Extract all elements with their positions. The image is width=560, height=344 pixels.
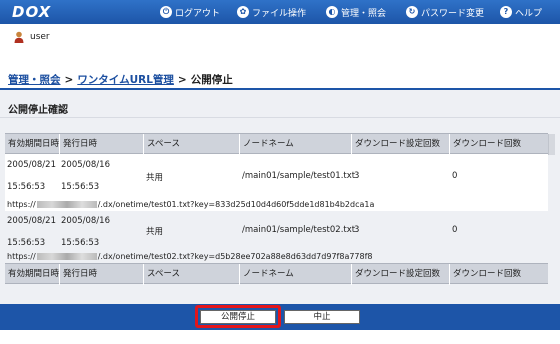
dl-count: 0 [452, 171, 458, 181]
col-node: ノードネーム [239, 134, 351, 155]
logout-icon: ⏻ [160, 6, 172, 18]
app-logo: DOX [12, 3, 52, 21]
col-expiry: 有効期間日時 [8, 139, 60, 149]
breadcrumb-onetime-url[interactable]: ワンタイムURL管理 [77, 74, 174, 86]
help-icon: ? [500, 6, 512, 18]
nav-admin-inquiry[interactable]: ◐ 管理・照会 [326, 5, 386, 19]
space: 共用 [146, 227, 164, 237]
issued-time: 15:56:53 [61, 238, 100, 248]
col-issued: 発行日時 [59, 264, 143, 285]
admin-icon: ◐ [326, 6, 338, 18]
expiry-time: 15:56:53 [7, 238, 46, 248]
nav-password-change[interactable]: ↻ パスワード変更 [406, 5, 484, 19]
issued-time: 15:56:53 [61, 182, 100, 192]
file-ops-icon: ✿ [237, 6, 249, 18]
bottom-strip [0, 330, 560, 344]
col-dl-setting: ダウンロード設定回数 [351, 134, 449, 155]
nav-file-operations-label: ファイル操作 [252, 8, 307, 19]
table-footer-header: 有効期間日時 発行日時 スペース ノードネーム ダウンロード設定回数 ダウンロー… [5, 263, 548, 285]
onetime-url[interactable]: https:// /.dx/onetime/test02.txt?key=d5b2… [5, 251, 548, 263]
col-dl-count: ダウンロード回数 [449, 134, 548, 155]
breadcrumb-current: 公開停止 [190, 74, 233, 86]
user-name: user [30, 32, 50, 42]
nav-password-change-label: パスワード変更 [421, 8, 485, 19]
table-scrollbar[interactable] [548, 134, 555, 155]
url-prefix: https:// [7, 252, 36, 261]
col-dl-setting: ダウンロード設定回数 [351, 264, 449, 285]
dl-count: 0 [452, 225, 458, 235]
col-node: ノードネーム [239, 264, 351, 285]
node-name: /main01/sample/test01.txt [242, 171, 356, 181]
col-expiry: 有効期間日時 [8, 269, 60, 279]
expiry-date: 2005/08/21 [7, 160, 56, 170]
table-row: 2005/08/21 15:56:53 2005/08/16 15:56:53 … [5, 154, 548, 200]
issued-date: 2005/08/16 [61, 216, 110, 226]
node-name: /main01/sample/test02.txt [242, 225, 356, 235]
redacted-host [36, 253, 97, 260]
password-icon: ↻ [406, 6, 418, 18]
col-space: スペース [143, 264, 239, 285]
nav-logout[interactable]: ⏻ ログアウト [160, 5, 220, 19]
space: 共用 [146, 173, 164, 183]
col-issued: 発行日時 [59, 134, 143, 155]
dl-setting: 3 [354, 171, 360, 181]
breadcrumb: 管理・照会 > ワンタイムURL管理 > 公開停止 [8, 72, 233, 87]
nav-admin-inquiry-label: 管理・照会 [341, 8, 387, 19]
highlight-box [195, 305, 281, 328]
table-header: 有効期間日時 発行日時 スペース ノードネーム ダウンロード設定回数 ダウンロー… [5, 133, 555, 155]
nav-logout-label: ログアウト [175, 8, 221, 19]
url-prefix: https:// [7, 200, 36, 209]
breadcrumb-admin-inquiry[interactable]: 管理・照会 [8, 74, 61, 86]
url-suffix: /.dx/onetime/test01.txt?key=833d25d10d4d… [97, 200, 375, 209]
breadcrumb-separator: > [177, 74, 187, 86]
col-space: スペース [143, 134, 239, 155]
redacted-host [36, 201, 97, 208]
section-title: 公開停止確認 [8, 105, 68, 116]
dl-setting: 3 [354, 225, 360, 235]
nav-file-operations[interactable]: ✿ ファイル操作 [237, 5, 306, 19]
expiry-date: 2005/08/21 [7, 216, 56, 226]
user-bar: user [0, 24, 560, 62]
top-navigation-bar: DOX ⏻ ログアウト ✿ ファイル操作 ◐ 管理・照会 ↻ パスワード変更 ?… [0, 0, 560, 24]
section-divider [0, 117, 560, 118]
user-icon [14, 31, 24, 43]
breadcrumb-separator: > [64, 74, 74, 86]
url-suffix: /.dx/onetime/test02.txt?key=d5b28ee702a8… [97, 252, 373, 261]
expiry-time: 15:56:53 [7, 182, 46, 192]
cancel-button[interactable]: 中止 [284, 310, 360, 324]
issued-date: 2005/08/16 [61, 160, 110, 170]
col-dl-count: ダウンロード回数 [449, 264, 548, 285]
nav-help[interactable]: ? ヘルプ [500, 5, 542, 19]
nav-help-label: ヘルプ [515, 8, 543, 19]
onetime-url[interactable]: https:// /.dx/onetime/test01.txt?key=833d… [5, 199, 548, 211]
